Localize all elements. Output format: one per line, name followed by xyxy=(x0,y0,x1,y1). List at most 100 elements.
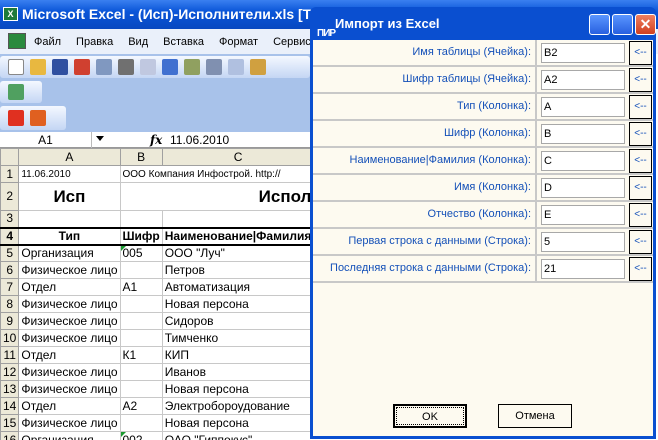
fx-icon[interactable]: fx xyxy=(150,132,162,148)
cell[interactable]: Отдел xyxy=(18,397,121,415)
cell[interactable]: Электробороудование xyxy=(161,397,310,415)
cell[interactable]: Иванов xyxy=(161,363,310,381)
row-header[interactable]: 4 xyxy=(0,226,20,246)
cell[interactable]: Тип xyxy=(18,226,121,246)
row-header[interactable]: 10 xyxy=(0,329,20,347)
cell[interactable]: Шифр xyxy=(119,226,163,246)
field-input[interactable]: A xyxy=(541,97,625,117)
field-input[interactable]: B xyxy=(541,124,625,144)
cell[interactable]: Отдел xyxy=(18,278,121,296)
minimize-icon[interactable] xyxy=(589,14,610,35)
spreadsheet-grid[interactable]: A B C 1 11.06.2010 ООО Компания Инфострой.… xyxy=(0,148,310,440)
cell[interactable]: Сидоров xyxy=(161,312,310,330)
cancel-button[interactable]: Отмена xyxy=(498,404,572,428)
pick-cell-button[interactable]: <-- xyxy=(629,95,652,119)
row-header[interactable]: 2 xyxy=(0,182,20,211)
cell[interactable]: К1 xyxy=(119,346,163,364)
cell[interactable]: Организация xyxy=(18,244,121,262)
column-header[interactable]: B xyxy=(119,148,163,166)
field-input[interactable]: 21 xyxy=(541,259,625,279)
cell[interactable] xyxy=(18,210,121,228)
formula-input[interactable]: 11.06.2010 xyxy=(170,132,229,148)
cell[interactable]: Исп xyxy=(18,182,121,211)
cell[interactable] xyxy=(119,261,163,279)
cell[interactable] xyxy=(119,295,163,313)
cell[interactable]: Наименование|Фамилия xyxy=(161,226,310,246)
column-header[interactable]: A xyxy=(18,148,121,166)
cell[interactable]: Физическое лицо xyxy=(18,380,121,398)
row-header[interactable]: 6 xyxy=(0,261,20,279)
row-header[interactable]: 12 xyxy=(0,363,20,381)
row-header[interactable]: 14 xyxy=(0,397,20,415)
open-icon[interactable] xyxy=(30,59,46,75)
cell[interactable]: А2 xyxy=(119,397,163,415)
row-header[interactable]: 15 xyxy=(0,414,20,432)
menu-tools[interactable]: Сервис xyxy=(273,36,311,48)
cell[interactable] xyxy=(119,210,163,228)
menu-view[interactable]: Вид xyxy=(128,36,148,48)
pick-cell-button[interactable]: <-- xyxy=(629,122,652,146)
new-icon[interactable] xyxy=(8,59,24,75)
row-header[interactable]: 3 xyxy=(0,210,20,228)
cell[interactable]: 002 xyxy=(119,431,163,440)
pick-cell-button[interactable]: <-- xyxy=(629,257,652,281)
row-header[interactable]: 8 xyxy=(0,295,20,313)
menu-format[interactable]: Формат xyxy=(219,36,258,48)
email-icon[interactable] xyxy=(96,59,112,75)
chevron-down-icon[interactable] xyxy=(96,136,104,141)
row-header[interactable]: 13 xyxy=(0,380,20,398)
pdf-icon[interactable] xyxy=(8,110,24,126)
cell[interactable]: Новая персона xyxy=(161,414,310,432)
spelling-icon[interactable] xyxy=(162,59,178,75)
corner-cell[interactable] xyxy=(0,148,20,166)
pick-cell-button[interactable]: <-- xyxy=(629,230,652,254)
save-icon[interactable] xyxy=(52,59,68,75)
cell[interactable]: ООО "Луч" xyxy=(161,244,310,262)
cell[interactable] xyxy=(119,312,163,330)
field-input[interactable]: 5 xyxy=(541,232,625,252)
pdf-comment-icon[interactable] xyxy=(30,110,46,126)
print-icon[interactable] xyxy=(118,59,134,75)
field-input[interactable]: E xyxy=(541,205,625,225)
cell[interactable]: Испол xyxy=(162,182,310,211)
cell[interactable]: 005 xyxy=(119,244,163,262)
cell[interactable] xyxy=(119,329,163,347)
cell[interactable]: 11.06.2010 xyxy=(18,165,121,183)
menu-insert[interactable]: Вставка xyxy=(163,36,204,48)
field-input[interactable]: D xyxy=(541,178,625,198)
pick-cell-button[interactable]: <-- xyxy=(629,149,652,173)
user-icon[interactable] xyxy=(8,84,24,100)
cell[interactable]: Физическое лицо xyxy=(18,295,121,313)
cell[interactable]: Отдел xyxy=(18,346,121,364)
row-header[interactable]: 1 xyxy=(0,165,20,183)
cell[interactable] xyxy=(119,414,163,432)
cell[interactable]: Новая персона xyxy=(161,295,310,313)
cell[interactable]: Физическое лицо xyxy=(18,363,121,381)
row-header[interactable]: 16 xyxy=(0,431,20,440)
workbook-icon[interactable] xyxy=(8,33,26,49)
cell[interactable]: Новая персона xyxy=(161,380,310,398)
ok-button[interactable]: OK xyxy=(393,404,467,428)
copy-icon[interactable] xyxy=(228,59,244,75)
cell[interactable]: А1 xyxy=(119,278,163,296)
pick-cell-button[interactable]: <-- xyxy=(629,68,652,92)
pick-cell-button[interactable]: <-- xyxy=(629,41,652,65)
cell[interactable] xyxy=(161,210,310,228)
print-preview-icon[interactable] xyxy=(140,59,156,75)
cell[interactable]: Физическое лицо xyxy=(18,414,121,432)
row-header[interactable]: 9 xyxy=(0,312,20,330)
cell[interactable]: Физическое лицо xyxy=(18,261,121,279)
row-header[interactable]: 11 xyxy=(0,346,20,364)
maximize-icon[interactable] xyxy=(612,14,633,35)
close-icon[interactable]: ✕ xyxy=(635,14,656,35)
field-input[interactable]: C xyxy=(541,151,625,171)
column-header[interactable]: C xyxy=(161,148,310,166)
cell[interactable] xyxy=(119,363,163,381)
cell[interactable]: Физическое лицо xyxy=(18,312,121,330)
cell[interactable]: Тимченко xyxy=(161,329,310,347)
cell[interactable]: Автоматизация xyxy=(161,278,310,296)
cell[interactable]: КИП xyxy=(161,346,310,364)
permission-icon[interactable] xyxy=(74,59,90,75)
paste-icon[interactable] xyxy=(250,59,266,75)
cell[interactable] xyxy=(119,380,163,398)
